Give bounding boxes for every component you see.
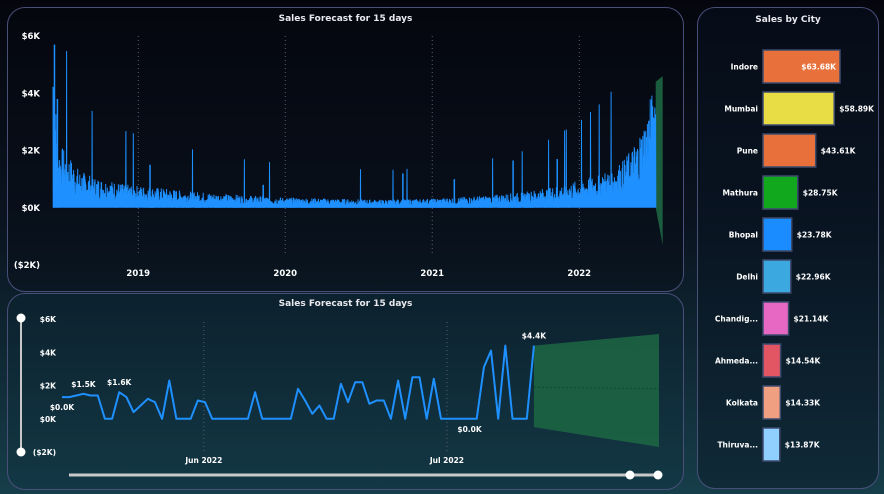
value-label: $63.68K [801, 63, 837, 72]
y-tick-label: $2K [22, 147, 41, 157]
data-label: $1.6K [107, 378, 133, 387]
sales-series-line [62, 344, 535, 420]
city-label: Kolkata [726, 399, 758, 408]
value-label: $22.96K [796, 273, 832, 282]
y-tick-label: $6K [40, 315, 57, 324]
x-tick-label: 2021 [420, 269, 444, 279]
range-slider-handle-bottom[interactable] [16, 447, 26, 457]
city-label: Delhi [736, 273, 758, 282]
forecast-band [533, 333, 659, 448]
city-label: Mathura [722, 189, 758, 198]
value-label: $21.14K [794, 315, 830, 324]
y-tick-label: $0K [40, 415, 57, 424]
sales-series-line [52, 50, 657, 208]
city-label: Mumbai [724, 105, 758, 114]
x-tick-label: Jul 2022 [429, 456, 464, 465]
sales-forecast-chart-panel: Sales Forecast for 15 days $6K $4K $2K $0K(… [7, 7, 684, 292]
sales-forecast-zoom-chart: $6K $4K $2K $0K ($2K) Jun 2022 Jul 2022 $1.5K $1… [16, 313, 663, 480]
data-label: $1.5K [71, 380, 97, 389]
city-label: Thiruva... [717, 441, 758, 450]
value-label: $43.61K [821, 147, 857, 156]
city-bar[interactable] [762, 133, 817, 168]
sales-by-city-panel: Sales by City Indore $63.68K Mumbai $58.89K… [697, 7, 879, 489]
city-bar[interactable] [762, 301, 790, 336]
y-tick-label: $4K [22, 89, 41, 99]
city-bar[interactable] [762, 175, 799, 210]
city-label: Indore [731, 63, 758, 72]
x-tick-label: 2020 [273, 269, 297, 279]
y-tick-label: $0K [22, 204, 41, 214]
value-label: $13.87K [785, 441, 821, 450]
city-bar[interactable] [762, 91, 835, 126]
x-tick-label: Jun 2022 [184, 456, 222, 465]
value-label: $14.54K [786, 357, 822, 366]
city-bar[interactable] [762, 385, 782, 420]
date-slider-handle-right[interactable] [653, 470, 663, 480]
city-label: Pune [737, 147, 758, 156]
sales-forecast-chart: $6K $4K $2K $0K ($2K) 2019 2020 2021 2022 [14, 32, 663, 279]
data-label: $0.0K [50, 403, 76, 412]
city-bar[interactable] [762, 343, 782, 378]
date-slider-handle-left[interactable] [625, 470, 635, 480]
data-label: $4.4K [522, 332, 548, 341]
value-label: $58.89K [839, 105, 875, 114]
y-tick-label: $6K [22, 32, 41, 42]
y-tick-label: $2K [40, 382, 57, 391]
y-tick-label: ($2K) [33, 448, 56, 457]
city-label: Ahmeda... [715, 357, 758, 366]
data-label: $0.0K [457, 425, 483, 434]
city-bar[interactable] [762, 259, 792, 294]
value-label: $14.33K [785, 399, 821, 408]
sales-forecast-zoom-panel: Sales Forecast for 15 days $6K $4K $2K $0K(… [7, 293, 684, 490]
city-bar[interactable] [762, 427, 781, 462]
y-tick-label: ($2K) [14, 261, 40, 271]
value-label: $28.75K [803, 189, 839, 198]
forecast-band [655, 76, 663, 245]
range-slider-handle-top[interactable] [16, 313, 26, 323]
y-tick-label: $4K [40, 348, 57, 357]
city-bar[interactable] [762, 217, 793, 252]
x-tick-label: 2019 [126, 269, 150, 279]
city-label: Chandig... [715, 315, 758, 324]
sales-by-city-chart: Indore $63.68K Mumbai $58.89K Pune $43.61K Mat… [715, 49, 875, 462]
value-label: $23.78K [797, 231, 833, 240]
city-label: Bhopal [729, 231, 758, 240]
x-tick-label: 2022 [567, 269, 591, 279]
